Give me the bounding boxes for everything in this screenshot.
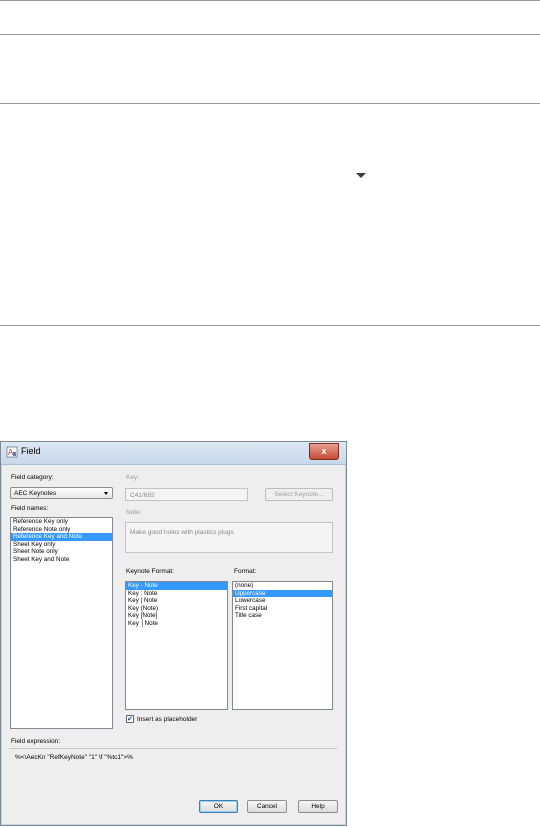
cancel-button[interactable]: Cancel xyxy=(247,800,287,813)
list-item[interactable]: Reference Note only xyxy=(11,526,112,534)
list-item[interactable]: Reference Key only xyxy=(11,518,112,526)
divider-3 xyxy=(0,325,540,326)
list-item[interactable]: Uppercase xyxy=(233,589,332,598)
note-label: Note: xyxy=(126,509,142,516)
list-item[interactable]: Key | Note xyxy=(126,597,227,605)
dialog-titlebar[interactable]: A Field x xyxy=(1,442,346,465)
field-category-select[interactable]: AEC Keynotes xyxy=(10,487,113,499)
close-button[interactable]: x xyxy=(309,443,339,460)
list-item[interactable]: First capital xyxy=(233,605,332,613)
keynote-format-label: Keynote Format: xyxy=(126,568,175,575)
expression-separator xyxy=(9,748,337,749)
list-item[interactable]: Sheet Key and Note xyxy=(11,556,112,564)
key-label: Key: xyxy=(126,474,140,481)
field-category-label: Field category: xyxy=(11,474,54,481)
format-list[interactable]: (none) Uppercase Lowercase First capital Tit… xyxy=(232,581,333,710)
dialog-title: Field xyxy=(21,446,41,456)
field-app-icon: A xyxy=(6,446,18,458)
list-item[interactable]: Key [Note] xyxy=(126,612,227,620)
list-item[interactable]: Sheet Key only xyxy=(11,541,112,549)
list-item[interactable]: Key (Note) xyxy=(126,605,227,613)
field-names-label: Field names: xyxy=(11,505,49,512)
field-names-list[interactable]: Reference Key only Reference Note only Ref… xyxy=(10,517,113,729)
list-item[interactable]: Sheet Note only xyxy=(11,548,112,556)
field-dialog: A Field x Field category: AEC Keynotes F… xyxy=(0,441,347,826)
help-button[interactable]: Help xyxy=(298,800,338,813)
key-field[interactable]: C41/692 xyxy=(125,488,248,501)
divider-2 xyxy=(0,103,540,104)
keynote-format-list[interactable]: Key - Note Key : Note Key | Note Key (Note)… xyxy=(125,581,228,710)
list-item[interactable]: Key - Note xyxy=(126,582,227,590)
key-value: C41/692 xyxy=(130,491,155,499)
divider-1 xyxy=(0,34,540,35)
note-field[interactable]: Make good holes with plastics plugs xyxy=(125,522,333,553)
insert-placeholder-checkbox[interactable]: ✔ xyxy=(126,715,134,723)
ok-button[interactable]: OK xyxy=(199,800,238,813)
note-value: Make good holes with plastics plugs xyxy=(130,529,234,536)
list-item[interactable]: Reference Key and Note xyxy=(11,533,112,541)
chevron-down-icon xyxy=(104,492,108,495)
close-icon: x xyxy=(321,446,327,456)
list-item[interactable]: Key │Note xyxy=(126,620,227,628)
field-expression-label: Field expression: xyxy=(11,738,61,745)
list-item[interactable]: (none) xyxy=(233,582,332,590)
chevron-down-icon xyxy=(356,172,366,178)
divider-top xyxy=(0,0,540,1)
list-item[interactable]: Lowercase xyxy=(233,597,332,605)
field-category-value: AEC Keynotes xyxy=(14,489,57,497)
list-item[interactable]: Key : Note xyxy=(126,590,227,598)
insert-placeholder-label[interactable]: Insert as placeholder xyxy=(137,716,197,723)
field-expression-value: %<\AecKn "RefKeyNote" "1" \f "%tc1">% xyxy=(15,754,133,761)
select-keynote-button[interactable]: Select Keynote... xyxy=(265,488,333,501)
dropdown-arrow-button[interactable] xyxy=(348,164,374,186)
list-item[interactable]: Title case xyxy=(233,612,332,620)
format-label: Format: xyxy=(234,568,257,575)
checkmark-icon: ✔ xyxy=(127,715,133,723)
